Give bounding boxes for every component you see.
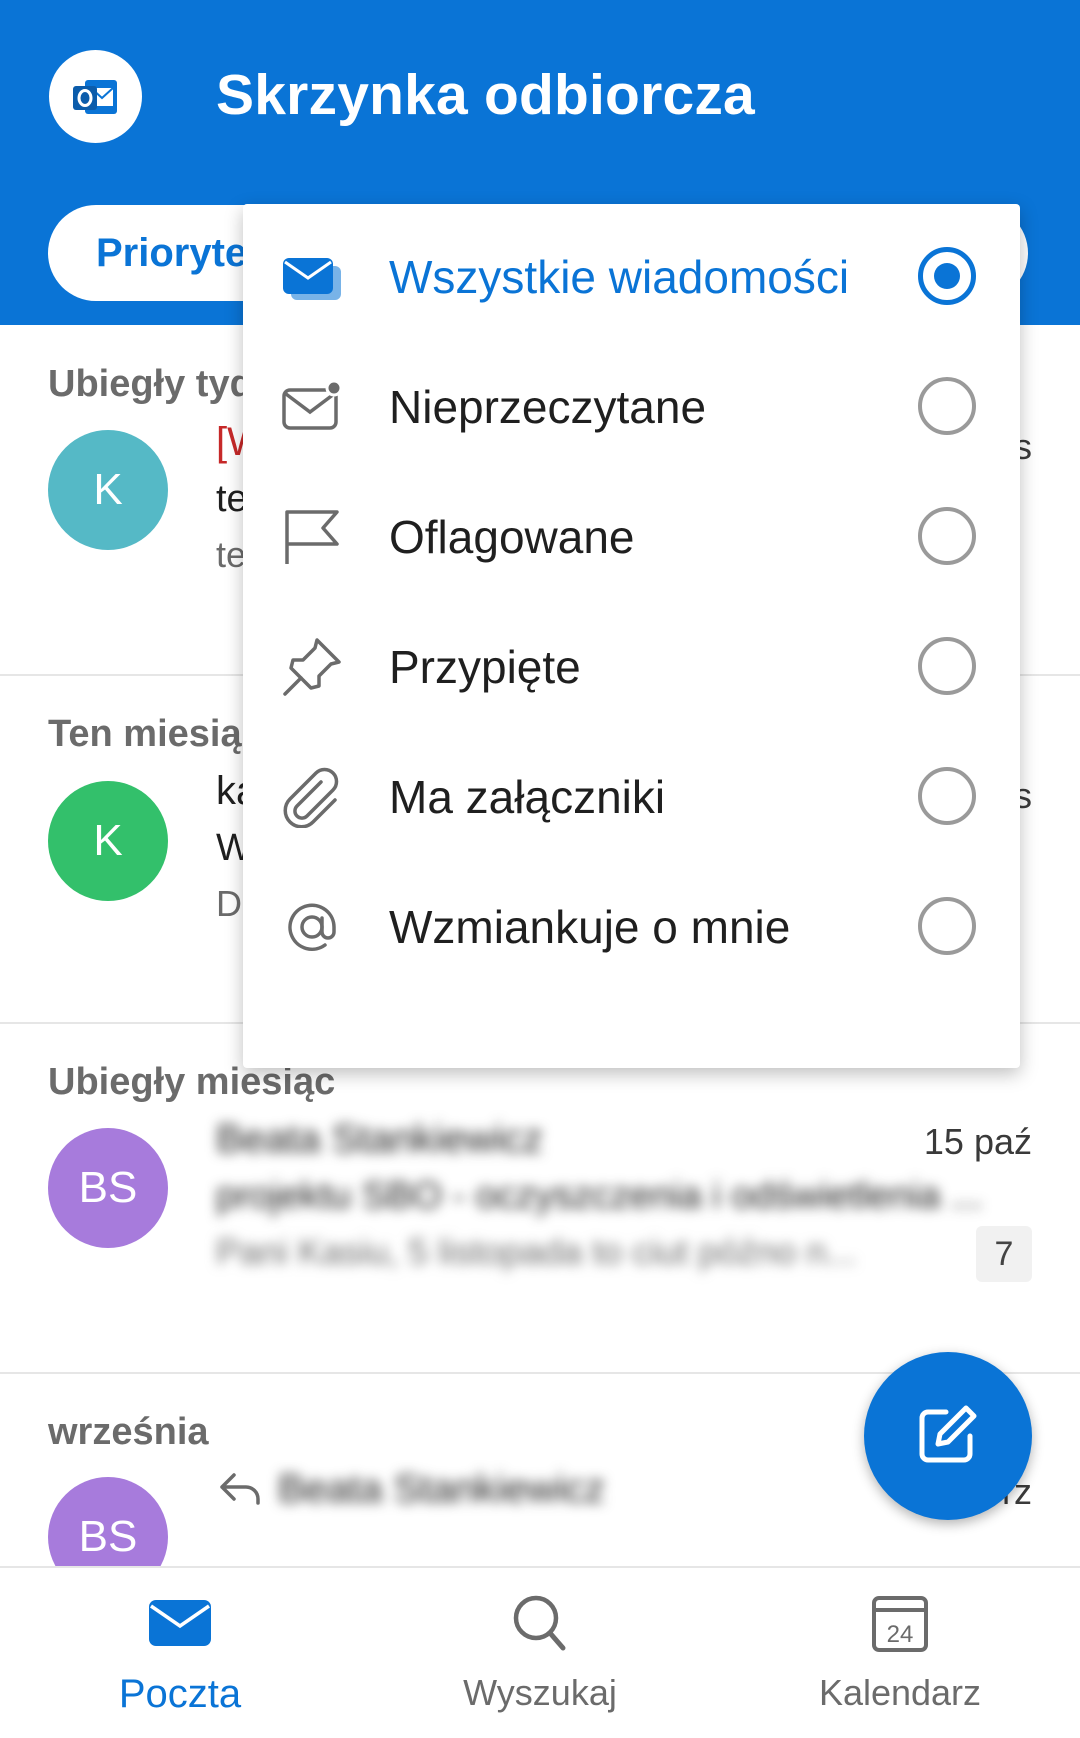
subject: projektu SBO - oczyszczenia i odświetlen… xyxy=(216,1175,983,1217)
preview: Pani Kasiu, 5 listopada to ciut późno n.… xyxy=(216,1231,857,1272)
nav-label: Poczta xyxy=(118,1672,242,1716)
avatar: K xyxy=(48,781,168,901)
menu-item-label: Nieprzeczytane xyxy=(389,381,707,433)
menu-item-mentions-me[interactable]: Wzmiankuje o mnie xyxy=(243,854,1020,998)
radio-button[interactable] xyxy=(918,377,976,435)
menu-item-label: Oflagowane xyxy=(389,511,635,563)
flag-icon xyxy=(281,506,343,568)
section-header: września xyxy=(48,1411,209,1453)
nav-item-search[interactable]: Wyszukaj xyxy=(360,1568,720,1738)
calendar-day-number: 24 xyxy=(887,1621,914,1648)
at-sign-icon xyxy=(281,896,343,958)
nav-item-calendar[interactable]: 24 Kalendarz xyxy=(720,1568,1080,1738)
nav-label: Kalendarz xyxy=(818,1672,982,1713)
filter-menu: Wszystkie wiadomości Nieprzeczytane Ofla… xyxy=(243,204,1020,1068)
preview: te xyxy=(216,534,247,575)
page-title: Skrzynka odbiorcza xyxy=(216,63,755,127)
unread-envelope-icon xyxy=(281,376,343,438)
menu-item-pinned[interactable]: Przypięte xyxy=(243,594,1020,738)
menu-item-flagged[interactable]: Oflagowane xyxy=(243,464,1020,608)
compose-button[interactable] xyxy=(864,1352,1032,1520)
bottom-navigation: Poczta Wyszukaj 24 Kalendarz xyxy=(0,1566,1080,1738)
thread-count-badge: 7 xyxy=(976,1226,1032,1282)
reply-icon xyxy=(218,1469,262,1514)
section-header: Ten miesiąc xyxy=(48,713,263,755)
radio-button[interactable] xyxy=(918,507,976,565)
menu-item-has-attachments[interactable]: Ma załączniki xyxy=(243,724,1020,868)
search-icon xyxy=(505,1594,575,1654)
compose-icon xyxy=(916,1402,980,1471)
menu-item-label: Wszystkie wiadomości xyxy=(389,251,850,303)
radio-button[interactable] xyxy=(918,767,976,825)
avatar: BS xyxy=(48,1128,168,1248)
radio-button[interactable] xyxy=(918,637,976,695)
menu-item-unread[interactable]: Nieprzeczytane xyxy=(243,334,1020,478)
avatar: K xyxy=(48,430,168,550)
sender-name: Beata Stankiewicz xyxy=(216,1117,543,1161)
menu-item-label: Wzmiankuje o mnie xyxy=(389,901,791,953)
date: 15 paź xyxy=(923,1121,1032,1162)
outlook-logo-icon[interactable] xyxy=(49,50,142,143)
mail-icon xyxy=(145,1594,215,1654)
envelope-stack-icon xyxy=(281,246,343,308)
sender-name: Beata Stankiewicz xyxy=(278,1467,605,1511)
preview: D xyxy=(216,883,242,924)
nav-item-mail[interactable]: Poczta xyxy=(0,1568,360,1738)
filter-pill-label: Priorytet xyxy=(96,231,261,275)
menu-item-label: Ma załączniki xyxy=(389,771,666,823)
calendar-icon: 24 xyxy=(865,1594,935,1654)
paperclip-icon xyxy=(281,766,343,829)
nav-label: Wyszukaj xyxy=(463,1672,617,1713)
radio-button[interactable] xyxy=(918,897,976,955)
list-item[interactable]: BS Beata Stankiewicz projektu SBO - oczy… xyxy=(0,1115,1080,1365)
menu-item-label: Przypięte xyxy=(389,641,581,693)
menu-item-all-messages[interactable]: Wszystkie wiadomości xyxy=(243,204,1020,348)
radio-button-selected[interactable] xyxy=(918,247,976,305)
pin-icon xyxy=(281,636,343,698)
